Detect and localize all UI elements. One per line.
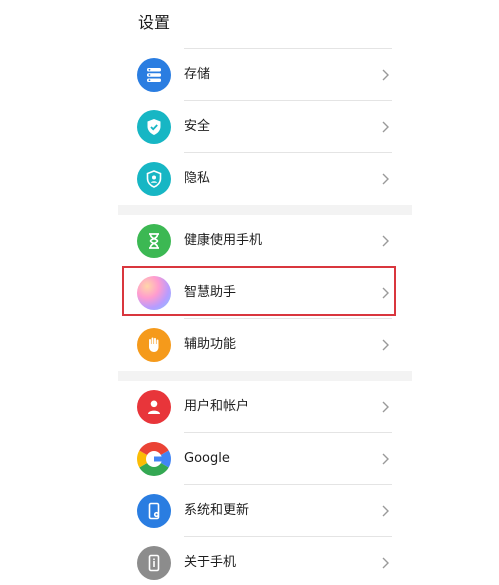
settings-item-digital-balance[interactable]: 健康使用手机 bbox=[118, 215, 412, 267]
settings-item-label: 用户和帐户 bbox=[184, 399, 250, 414]
page-title: 设置 bbox=[138, 13, 171, 32]
chevron-right-icon bbox=[378, 400, 392, 414]
chevron-right-icon bbox=[378, 286, 392, 300]
shield-check-icon bbox=[137, 110, 171, 144]
settings-item-about-phone[interactable]: 关于手机 bbox=[118, 537, 412, 585]
hand-icon bbox=[137, 328, 171, 362]
settings-item-label: 存储 bbox=[184, 67, 211, 82]
settings-item-google[interactable]: Google bbox=[118, 433, 412, 485]
settings-item-label: Google bbox=[184, 451, 230, 466]
settings-item-users-accounts[interactable]: 用户和帐户 bbox=[118, 381, 412, 433]
settings-item-privacy[interactable]: 隐私 bbox=[118, 153, 412, 205]
chevron-right-icon bbox=[378, 338, 392, 352]
settings-group-accounts: 用户和帐户 Google 系统和更新 关于手机 bbox=[118, 381, 412, 585]
settings-group-assist: 健康使用手机 智慧助手 辅助功能 bbox=[118, 215, 412, 371]
settings-item-label: 系统和更新 bbox=[184, 503, 250, 518]
settings-header: 设置 bbox=[118, 0, 412, 42]
settings-item-security[interactable]: 安全 bbox=[118, 101, 412, 153]
chevron-right-icon bbox=[378, 452, 392, 466]
phone-info-icon bbox=[137, 546, 171, 580]
user-icon bbox=[137, 390, 171, 424]
chevron-right-icon bbox=[378, 68, 392, 82]
settings-item-system-update[interactable]: 系统和更新 bbox=[118, 485, 412, 537]
chevron-right-icon bbox=[378, 556, 392, 570]
settings-item-label: 智慧助手 bbox=[184, 285, 237, 300]
hourglass-icon bbox=[137, 224, 171, 258]
chevron-right-icon bbox=[378, 120, 392, 134]
smart-assistant-icon bbox=[137, 276, 171, 310]
settings-screen: 设置 存储 安全 隐私 健康使用手机 智慧助手 辅助功能 用户和帐户 Googl… bbox=[118, 0, 412, 585]
privacy-shield-icon bbox=[137, 162, 171, 196]
settings-item-label: 关于手机 bbox=[184, 555, 237, 570]
chevron-right-icon bbox=[378, 172, 392, 186]
settings-item-label: 安全 bbox=[184, 119, 211, 134]
settings-item-label: 隐私 bbox=[184, 171, 211, 186]
settings-item-label: 辅助功能 bbox=[184, 337, 237, 352]
storage-icon bbox=[137, 58, 171, 92]
system-update-icon bbox=[137, 494, 171, 528]
settings-group-device: 存储 安全 隐私 bbox=[118, 42, 412, 205]
settings-item-smart-assistant[interactable]: 智慧助手 bbox=[118, 267, 412, 319]
settings-item-label: 健康使用手机 bbox=[184, 233, 263, 248]
settings-item-accessibility[interactable]: 辅助功能 bbox=[118, 319, 412, 371]
settings-item-storage[interactable]: 存储 bbox=[118, 49, 412, 101]
chevron-right-icon bbox=[378, 504, 392, 518]
chevron-right-icon bbox=[378, 234, 392, 248]
google-icon bbox=[137, 442, 171, 476]
